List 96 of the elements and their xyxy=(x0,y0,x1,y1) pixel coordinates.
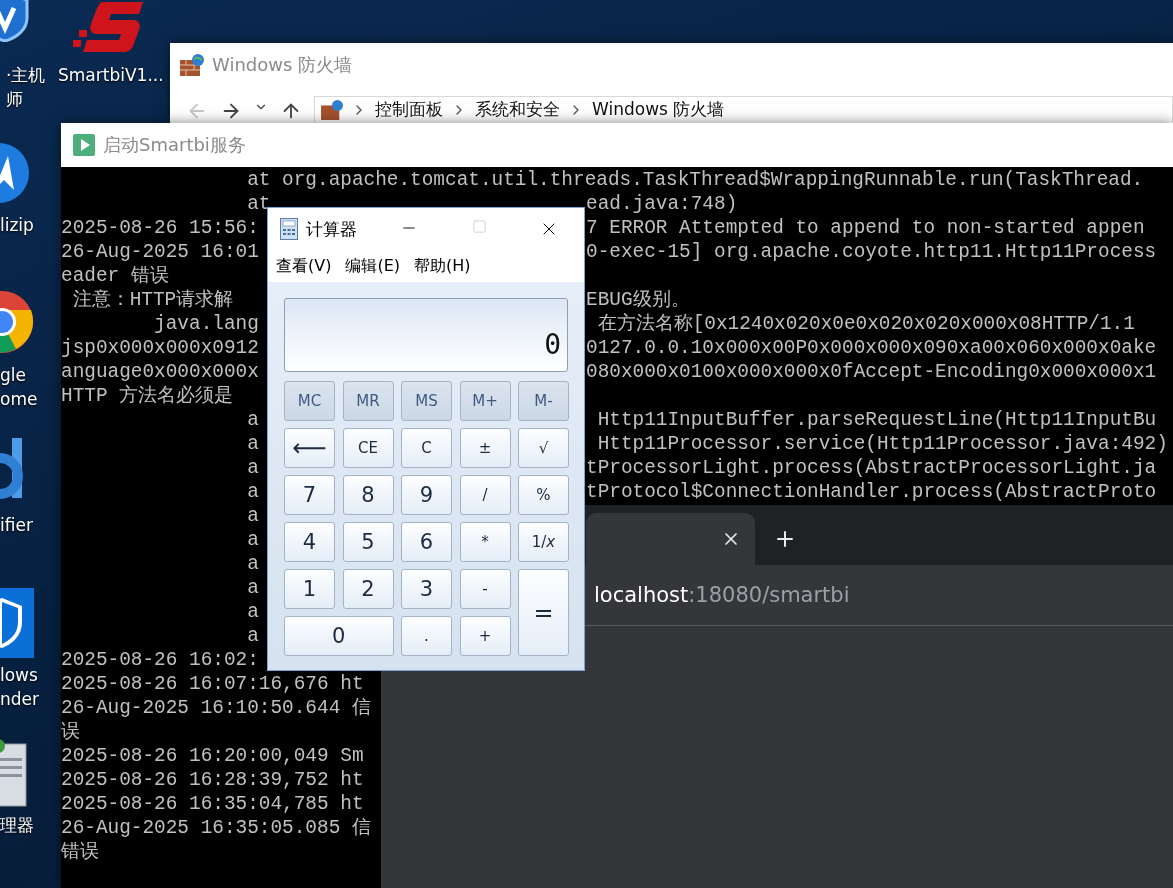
icon-label: lizip xyxy=(0,214,34,237)
window-title: 启动Smartbi服务 xyxy=(103,133,246,157)
calculator-key[interactable]: 4 xyxy=(284,522,335,562)
calculator-key[interactable]: 1/x xyxy=(518,522,569,562)
console-line: a xyxy=(246,528,259,552)
calculator-key[interactable]: MC xyxy=(284,381,335,421)
console-line: 0127.0.0.10x000x00P0x000x000x090xa00x060x000x0ake xyxy=(586,336,1157,360)
console-line: a xyxy=(246,480,259,504)
calculator-key[interactable]: ± xyxy=(459,428,511,468)
brick-wall-icon xyxy=(180,54,204,76)
console-line: a xyxy=(246,624,259,648)
calculator-key[interactable]: 0 xyxy=(284,616,394,656)
console-line: tProtocol$ConnectionHandler.process(AbstractProto xyxy=(586,480,1157,504)
menu-item[interactable]: 帮助(H) xyxy=(414,255,471,277)
console-line: 26-Aug-2025 16:10:50.644 信 xyxy=(61,696,371,720)
calculator-key[interactable]: 7 xyxy=(284,475,335,515)
icon-label: SmartbiV1... xyxy=(58,64,164,87)
icon-label: ifier xyxy=(0,514,33,537)
calculator-key[interactable]: - xyxy=(459,569,511,609)
breadcrumb-item[interactable]: 控制面板 xyxy=(375,98,443,121)
logo-icon[interactable] xyxy=(73,0,145,52)
console-line: 2025-08-26 16:02: xyxy=(61,648,259,672)
calculator-key[interactable]: = xyxy=(518,569,569,656)
console-line: 2025-08-26 16:20:00,049 Sm xyxy=(61,744,364,768)
calculator-key[interactable]: M+ xyxy=(459,381,511,421)
console-line: 2025-08-26 15:56: xyxy=(61,216,259,240)
console-line: eader 错误 xyxy=(61,264,169,288)
calculator-key[interactable]: M- xyxy=(518,381,569,421)
console-line: 2025-08-26 16:28:39,752 ht xyxy=(61,768,364,792)
console-line: a xyxy=(246,576,259,600)
calculator-key[interactable]: . xyxy=(401,616,452,656)
icon-label: gle xyxy=(0,364,26,387)
console-line: 2025-08-26 16:07:16,676 ht xyxy=(61,672,364,696)
calculator-key[interactable]: C xyxy=(401,428,452,468)
console-line: 2025-08-26 16:35:04,785 ht xyxy=(61,792,364,816)
calculator-key[interactable]: + xyxy=(459,616,511,656)
breadcrumb-item[interactable]: Windows 防火墙 xyxy=(592,98,725,121)
calculator-key[interactable]: * xyxy=(459,522,511,562)
console-line: a xyxy=(246,432,259,456)
console-line: 26-Aug-2025 16:01 xyxy=(61,240,259,264)
console-line: java.lang xyxy=(153,312,259,336)
icon-label: nder xyxy=(0,688,39,711)
calculator-key[interactable]: MS xyxy=(401,381,452,421)
calculator-key[interactable]: ⟵ xyxy=(284,428,335,468)
calculator-key[interactable]: 1 xyxy=(284,569,335,609)
icon-label: lows xyxy=(0,664,38,687)
console-line: jsp0x000x000x0912 xyxy=(61,336,259,360)
calculator-key[interactable]: 5 xyxy=(342,522,394,562)
console-line: anguage0x000x000x xyxy=(61,360,259,384)
console-line: ead.java:748) xyxy=(586,192,738,216)
server-icon[interactable] xyxy=(0,738,30,808)
console-line: Http11InputBuffer.parseRequestLine(Http11InputBu xyxy=(596,408,1157,432)
window-title: Windows 防火墙 xyxy=(212,53,353,77)
console-line: Http11Processor.service(Http11Processor.java:492) xyxy=(596,432,1168,456)
calculator-key[interactable]: 8 xyxy=(342,475,394,515)
console-line: a xyxy=(246,552,259,576)
calculator-icon xyxy=(280,218,298,240)
calculator-key[interactable]: CE xyxy=(342,428,394,468)
console-line: at xyxy=(246,192,271,216)
console-line: EBUG级别。 xyxy=(586,288,690,312)
console-line: 26-Aug-2025 16:35:05.085 信 xyxy=(61,816,371,840)
calculator-key[interactable]: 9 xyxy=(401,475,452,515)
console-line: at org.apache.tomcat.util.threads.TaskThread$WrappingRunnable.run(TaskThread. xyxy=(246,168,1144,192)
calculator-key[interactable]: 2 xyxy=(342,569,394,609)
console-line: 误 xyxy=(61,720,80,744)
console-line: HTTP 方法名必须是 xyxy=(61,384,234,408)
console-line: tProcessorLight.process(AbstractProcessorLight.ja xyxy=(586,456,1157,480)
menu-item[interactable]: 查看(V) xyxy=(276,255,332,277)
console-line: 错误 xyxy=(61,840,99,864)
address-bar[interactable]: 控制面板 系统和安全 Windows 防火墙 xyxy=(314,96,1173,122)
menu-item[interactable]: 编辑(E) xyxy=(345,255,401,277)
console-line: 0-exec-15] org.apache.coyote.http11.Http11Process xyxy=(586,240,1157,264)
calculator-key[interactable]: MR xyxy=(342,381,394,421)
console-line: 注意：HTTP请求解 xyxy=(71,288,234,312)
console-line: 7 ERROR Attempted to append to non-started appen xyxy=(586,216,1145,240)
icon-label: 师 xyxy=(6,88,23,111)
calculator-display: 0 xyxy=(284,298,568,372)
console-line: 080x000x0100x000x000x0fAccept-Encoding0x000x000x1 xyxy=(586,360,1157,384)
brick-wall-icon xyxy=(321,99,343,120)
calculator-key[interactable]: √ xyxy=(518,428,569,468)
console-line: a xyxy=(246,456,259,480)
url-field[interactable]: localhost:18080/smartbi xyxy=(594,583,850,607)
icon-label: ·主机 xyxy=(6,64,46,87)
calculator-key[interactable]: % xyxy=(518,475,569,515)
console-line: a xyxy=(246,408,259,432)
console-line: a xyxy=(246,504,259,528)
calculator-key[interactable]: 6 xyxy=(401,522,452,562)
calculator-key[interactable]: / xyxy=(459,475,511,515)
window-title: 计算器 xyxy=(306,217,358,241)
icon-label: ome xyxy=(0,388,38,411)
console-line: a xyxy=(246,600,259,624)
console-line: 在方法名称[0x1240x020x0e0x020x020x000x08HTTP/1.1 xyxy=(596,312,1135,336)
icon-label: 理器 xyxy=(0,814,34,837)
play-icon xyxy=(73,134,95,156)
calculator-key[interactable]: 3 xyxy=(401,569,452,609)
breadcrumb-item[interactable]: 系统和安全 xyxy=(475,98,560,121)
